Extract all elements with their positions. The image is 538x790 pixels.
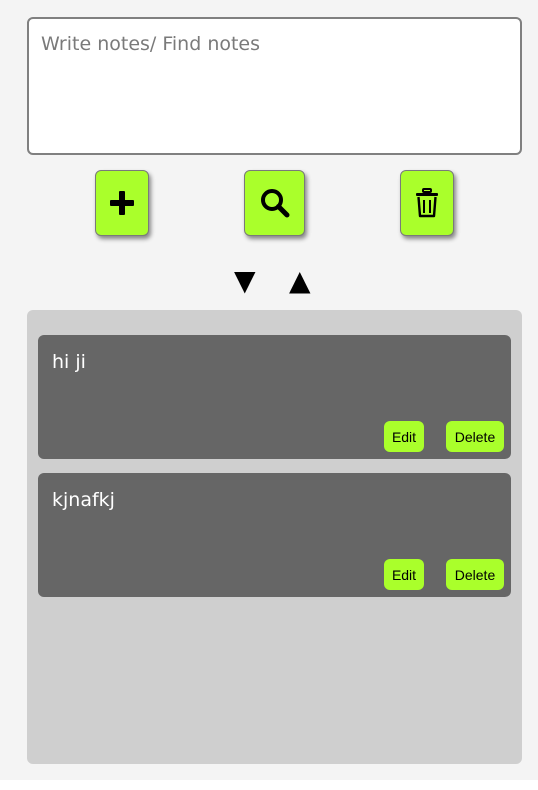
notes-list: hi ji Edit Delete kjnafkj Edit Delete: [27, 310, 522, 764]
delete-note-button[interactable]: Delete: [446, 421, 504, 452]
note-text: hi ji: [52, 351, 86, 373]
add-note-button[interactable]: [95, 170, 149, 236]
edit-note-button[interactable]: Edit: [384, 559, 424, 590]
note-card: hi ji Edit Delete: [38, 335, 511, 459]
notes-app: ▼ ▲ hi ji Edit Delete kjnafkj Edit Delet…: [0, 0, 538, 780]
sort-descending-button[interactable]: ▼: [234, 263, 256, 299]
sort-ascending-button[interactable]: ▲: [289, 263, 311, 299]
trash-icon: [415, 188, 439, 218]
search-button[interactable]: [244, 170, 305, 236]
note-card: kjnafkj Edit Delete: [38, 473, 511, 597]
plus-icon: [109, 190, 135, 216]
search-icon: [259, 187, 291, 219]
note-input[interactable]: [27, 17, 522, 155]
note-text: kjnafkj: [52, 489, 115, 511]
edit-note-button[interactable]: Edit: [384, 421, 424, 452]
delete-all-button[interactable]: [400, 170, 454, 236]
delete-note-button[interactable]: Delete: [446, 559, 504, 590]
